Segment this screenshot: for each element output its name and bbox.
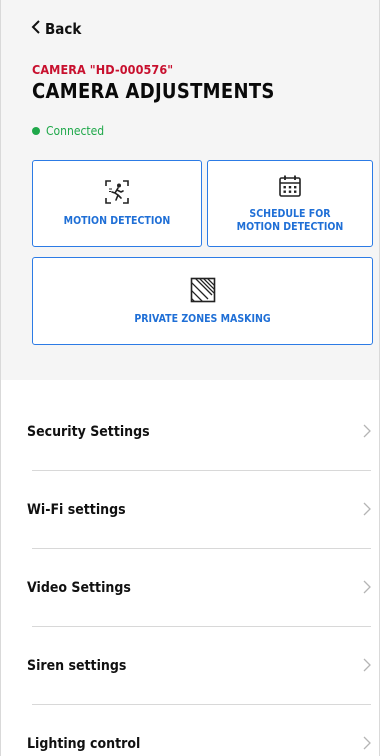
private-zones-label: PRIVATE ZONES MASKING [134,312,271,325]
list-item-label: Video Settings [27,580,131,596]
list-item-siren-settings[interactable]: Siren settings [1,627,379,705]
list-item-lighting-control[interactable]: Lighting control [1,705,379,756]
chevron-right-icon [363,657,371,676]
connection-status: Connected [32,124,104,138]
list-item-label: Siren settings [27,658,127,674]
motion-detection-label: MOTION DETECTION [63,215,171,227]
chevron-right-icon [363,423,371,442]
chevron-right-icon [363,735,371,754]
calendar-icon [278,174,302,202]
settings-list: Security Settings Wi-Fi settings Video S… [1,393,379,756]
back-label: Back [45,20,82,38]
hatched-square-icon [190,277,216,307]
motion-detection-button[interactable]: MOTION DETECTION [32,160,202,247]
schedule-label-line1: SCHEDULE FOR [249,207,331,220]
status-dot-icon [32,127,40,135]
chevron-left-icon [31,20,41,38]
motion-sensor-icon [104,179,130,209]
list-item-label: Lighting control [27,736,141,752]
status-text: Connected [46,124,105,138]
camera-name: CAMERA "HD-000576" [32,62,174,77]
chevron-right-icon [363,579,371,598]
page-title: CAMERA ADJUSTMENTS [32,79,275,103]
chevron-right-icon [363,501,371,520]
private-zones-masking-button[interactable]: PRIVATE ZONES MASKING [32,257,373,345]
list-item-security-settings[interactable]: Security Settings [1,393,379,471]
list-item-video-settings[interactable]: Video Settings [1,549,379,627]
schedule-motion-detection-button[interactable]: SCHEDULE FOR MOTION DETECTION [207,160,373,247]
list-item-label: Wi-Fi settings [27,502,126,518]
back-button[interactable]: Back [31,20,81,38]
schedule-label-line2: MOTION DETECTION [236,220,344,233]
app-screen: Back CAMERA "HD-000576" CAMERA ADJUSTMEN… [0,0,380,756]
list-item-wifi-settings[interactable]: Wi-Fi settings [1,471,379,549]
list-item-label: Security Settings [27,424,150,440]
